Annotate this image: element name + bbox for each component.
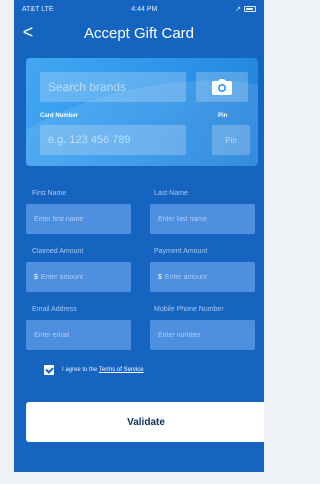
payment-amount-label: Payment Amount: [154, 248, 208, 255]
phone-input[interactable]: [150, 320, 255, 350]
battery-icon: [244, 6, 256, 12]
status-bar: AT&T LTE 4:44 PM ↗: [14, 0, 264, 18]
claimed-amount-input[interactable]: [40, 273, 121, 281]
currency-symbol: $: [158, 273, 162, 281]
first-name-label: First Name: [32, 190, 67, 197]
camera-icon: [212, 79, 232, 95]
location-icon: ↗: [235, 6, 241, 13]
pin-label: Pin: [218, 113, 228, 119]
terms-checkbox[interactable]: [44, 365, 54, 375]
nav-bar: < Accept Gift Card: [14, 18, 264, 48]
first-name-input[interactable]: [26, 204, 131, 234]
carrier-label: AT&T LTE: [22, 5, 54, 13]
clock: 4:44 PM: [131, 5, 158, 13]
card-number-input[interactable]: [40, 125, 186, 155]
payment-amount-input[interactable]: [164, 273, 245, 281]
card-number-label: Card Number: [40, 113, 79, 119]
validate-button[interactable]: Validate: [26, 402, 264, 442]
brand-search-input[interactable]: [40, 72, 186, 102]
payment-amount-field[interactable]: $: [150, 262, 255, 292]
last-name-label: Last Name: [154, 190, 188, 197]
status-icons: ↗: [235, 5, 256, 13]
last-name-input[interactable]: [150, 204, 255, 234]
terms-link[interactable]: Terms of Service: [99, 367, 144, 373]
back-button[interactable]: <: [20, 22, 36, 42]
email-input[interactable]: [26, 320, 131, 350]
camera-button[interactable]: [196, 72, 248, 102]
terms-agreement: I agree to the Terms of Service: [44, 365, 144, 375]
page-title: Accept Gift Card: [83, 24, 195, 42]
terms-prefix: I agree to the: [62, 367, 99, 373]
claimed-amount-field[interactable]: $: [26, 262, 131, 292]
phone-label: Mobile Phone Number: [154, 306, 224, 313]
gift-card-panel: Card Number Pin: [26, 58, 258, 166]
terms-text: I agree to the Terms of Service: [62, 367, 144, 373]
pin-input[interactable]: [212, 125, 250, 155]
claimed-amount-label: Claimed Amount: [32, 248, 84, 255]
email-label: Email Address: [32, 306, 77, 313]
phone-screen: AT&T LTE 4:44 PM ↗ < Accept Gift Card Ca…: [14, 0, 264, 472]
currency-symbol: $: [34, 273, 38, 281]
